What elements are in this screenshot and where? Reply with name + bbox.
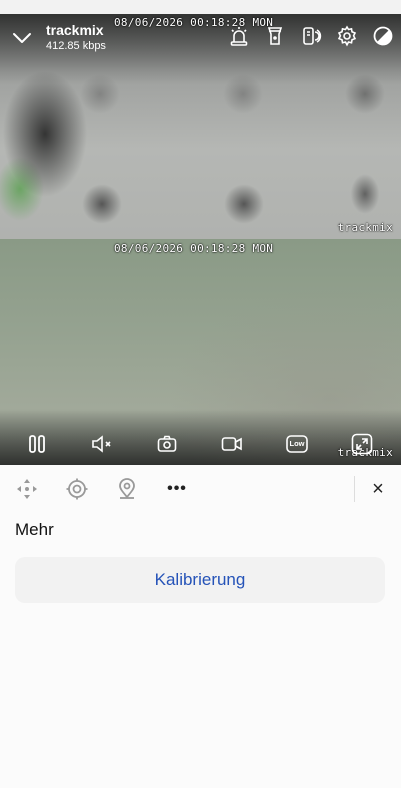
record-icon[interactable] [218,430,246,458]
quality-icon[interactable]: Low [283,430,311,458]
bitrate-readout: 412.85 kbps [46,40,106,52]
osd-timestamp-bottom: 08/06/2026 00:18:28 MON [114,242,274,255]
live-view-header: trackmix 412.85 kbps [0,14,401,58]
mute-icon[interactable] [88,430,116,458]
preset-location-icon[interactable] [114,476,140,502]
quality-label: Low [289,439,305,448]
status-strip [0,0,401,14]
feature-toolbar: ••• × [0,466,401,512]
toolbar-divider [354,476,355,502]
chevron-down-icon[interactable] [10,26,34,50]
gear-icon[interactable] [334,23,360,49]
contrast-icon[interactable] [370,23,396,49]
fullscreen-icon[interactable] [348,430,376,458]
spotlight-icon[interactable] [262,23,288,49]
osd-brand-top: trackmix [337,221,393,234]
siren-icon[interactable] [226,23,252,49]
target-icon[interactable] [64,476,90,502]
close-icon[interactable]: × [365,476,391,502]
snapshot-icon[interactable] [153,430,181,458]
device-icon[interactable] [298,23,324,49]
playback-controls: Low [0,428,401,460]
section-title-more: Mehr [15,520,54,539]
camera-name: trackmix [46,22,104,38]
ptz-arrows-icon[interactable] [14,476,40,502]
calibration-button[interactable]: Kalibrierung [15,557,385,603]
pause-icon[interactable] [23,430,51,458]
more-icon[interactable]: ••• [164,476,190,502]
